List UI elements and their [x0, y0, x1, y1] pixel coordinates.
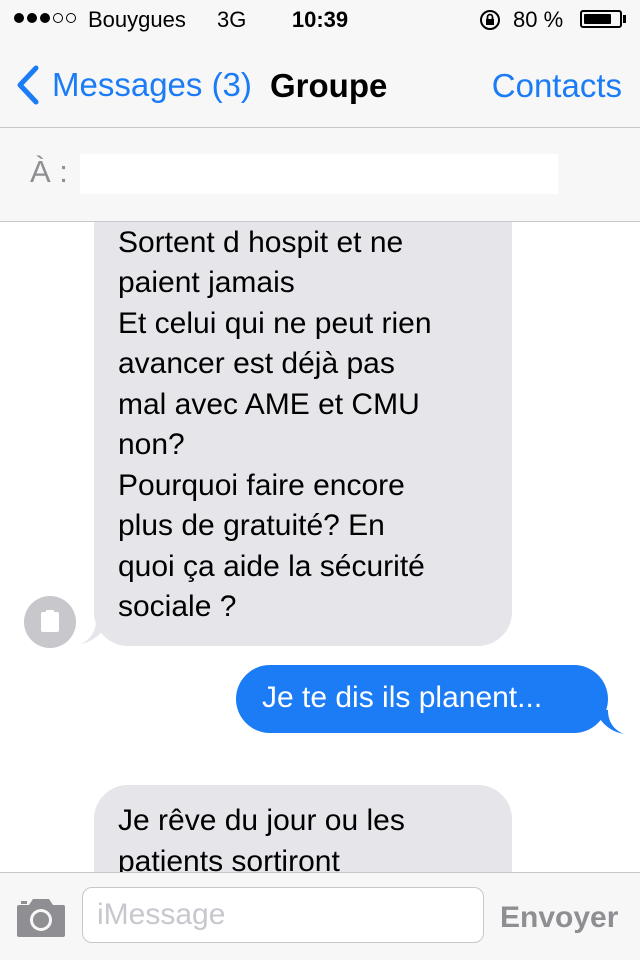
message-text: Je rêve du jour ou les patients sortiron… — [118, 801, 405, 872]
recipients-field: À : — [0, 128, 640, 222]
message-line: Je te dis ils planent... — [262, 681, 543, 714]
message-line: mal avec AME et CMU — [118, 387, 420, 421]
recipients-input[interactable] — [80, 154, 558, 194]
message-line: non? — [118, 428, 185, 461]
battery-icon — [580, 10, 622, 28]
send-button[interactable]: Envoyer — [500, 901, 618, 935]
message-line: quoi ça aide la sécurité — [118, 549, 425, 583]
message-thread[interactable]: ​ Sortent d hospit et ne paient jamais E… — [0, 222, 640, 872]
message-text: Je te dis ils planent... — [262, 678, 542, 719]
contacts-button[interactable]: Contacts — [492, 67, 622, 105]
outgoing-bubble-tail — [596, 710, 624, 734]
rotation-lock-icon — [480, 10, 500, 30]
avatar-placeholder-icon — [41, 610, 59, 632]
message-line: avancer est déjà pas — [118, 347, 395, 380]
outgoing-message-bubble[interactable]: Je te dis ils planent... — [236, 665, 608, 733]
to-label: À : — [30, 154, 68, 189]
back-label: Messages (3) — [52, 66, 252, 103]
battery-percentage: 80 % — [513, 7, 564, 32]
battery-level — [584, 14, 612, 24]
conversation-title: Groupe — [270, 67, 388, 104]
incoming-message-bubble[interactable]: Je rêve du jour ou les patients sortiron… — [94, 785, 512, 872]
message-line: Et celui qui ne peut rien — [118, 306, 432, 340]
message-line: patients sortiront — [118, 844, 340, 873]
message-line: paient jamais — [118, 266, 295, 299]
back-to-messages-button[interactable]: Messages (3) — [14, 62, 252, 108]
sender-avatar[interactable] — [24, 596, 76, 648]
incoming-message-bubble[interactable]: ​ Sortent d hospit et ne paient jamais E… — [94, 222, 512, 646]
message-text: ​ Sortent d hospit et ne paient jamais E… — [118, 222, 432, 628]
battery-tip — [623, 15, 626, 23]
status-bar: Bouygues 3G 10:39 80 % — [0, 0, 640, 40]
message-line: Sortent d hospit et ne — [118, 225, 404, 259]
message-line: Je rêve du jour ou les — [118, 804, 405, 837]
message-line: sociale ? — [118, 590, 237, 623]
message-line: Pourquoi faire encore — [118, 468, 405, 502]
imessage-input[interactable] — [82, 887, 484, 943]
chevron-left-icon — [17, 65, 39, 105]
message-line: plus de gratuité? En — [118, 509, 385, 542]
message-composer: Envoyer — [0, 872, 640, 960]
camera-icon[interactable] — [15, 895, 67, 939]
navigation-bar: Messages (3) Groupe Contacts — [0, 40, 640, 128]
